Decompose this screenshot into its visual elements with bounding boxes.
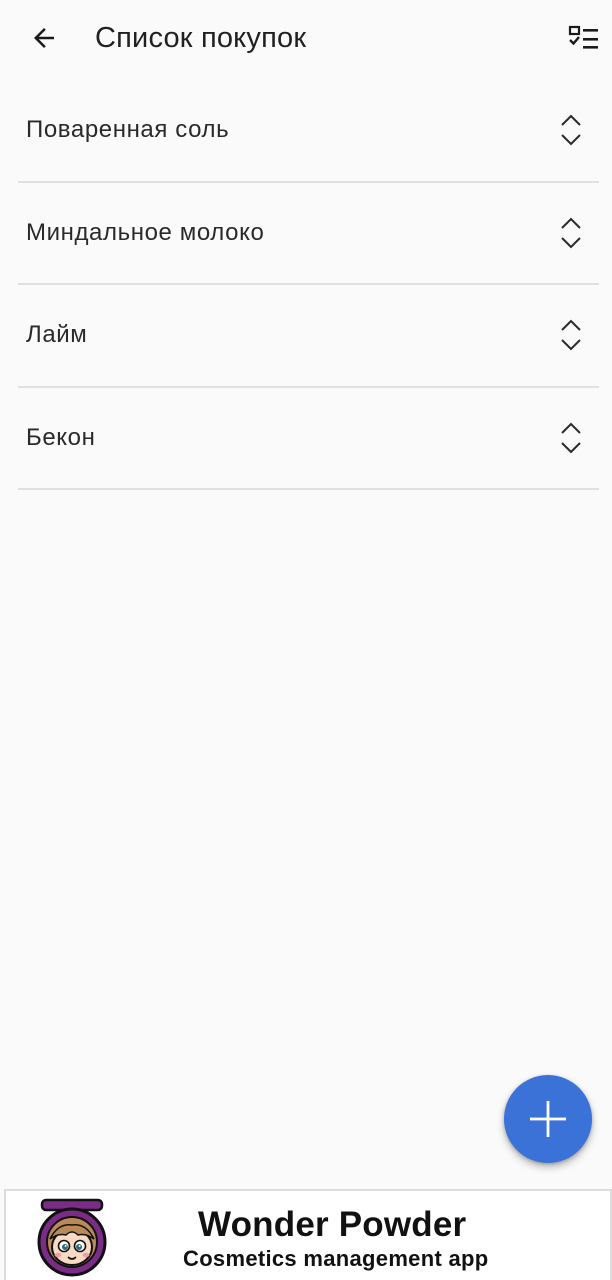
reorder-handle[interactable] — [557, 215, 585, 251]
add-item-button[interactable] — [504, 1075, 592, 1163]
item-label: Поваренная соль — [26, 116, 230, 144]
list-item[interactable]: Поваренная соль — [18, 80, 599, 183]
list-item[interactable]: Бекон — [18, 388, 599, 490]
item-label: Лайм — [26, 321, 88, 349]
checklist-button[interactable] — [564, 18, 604, 58]
arrow-back-icon — [34, 28, 54, 48]
reorder-icon — [561, 217, 581, 249]
item-label: Миндальное молоко — [26, 218, 265, 246]
app-bar: Список покупок — [0, 0, 612, 76]
reorder-handle[interactable] — [557, 112, 585, 148]
shopping-list: Поваренная соль Миндальное молоко Лайм Б… — [18, 80, 599, 490]
reorder-icon — [561, 319, 581, 351]
item-label: Бекон — [26, 423, 96, 451]
list-item[interactable]: Миндальное молоко — [18, 183, 599, 285]
shopping-list-screen: Список покупок Поваренная соль Миндально — [0, 0, 612, 1280]
list-item[interactable]: Лайм — [18, 285, 599, 388]
page-title: Список покупок — [95, 22, 307, 54]
reorder-handle[interactable] — [557, 420, 585, 456]
ad-subtitle: Cosmetics management app — [183, 1246, 489, 1271]
plus-icon — [530, 1101, 566, 1137]
ad-title: Wonder Powder — [198, 1205, 467, 1244]
reorder-icon — [561, 422, 581, 454]
checklist-icon — [568, 25, 598, 49]
ad-banner[interactable]: Wonder Powder Cosmetics management app — [4, 1189, 612, 1280]
powder-compact-face-logo — [37, 1198, 107, 1277]
reorder-handle[interactable] — [557, 317, 585, 353]
reorder-icon — [561, 114, 581, 146]
back-button[interactable] — [24, 18, 64, 58]
